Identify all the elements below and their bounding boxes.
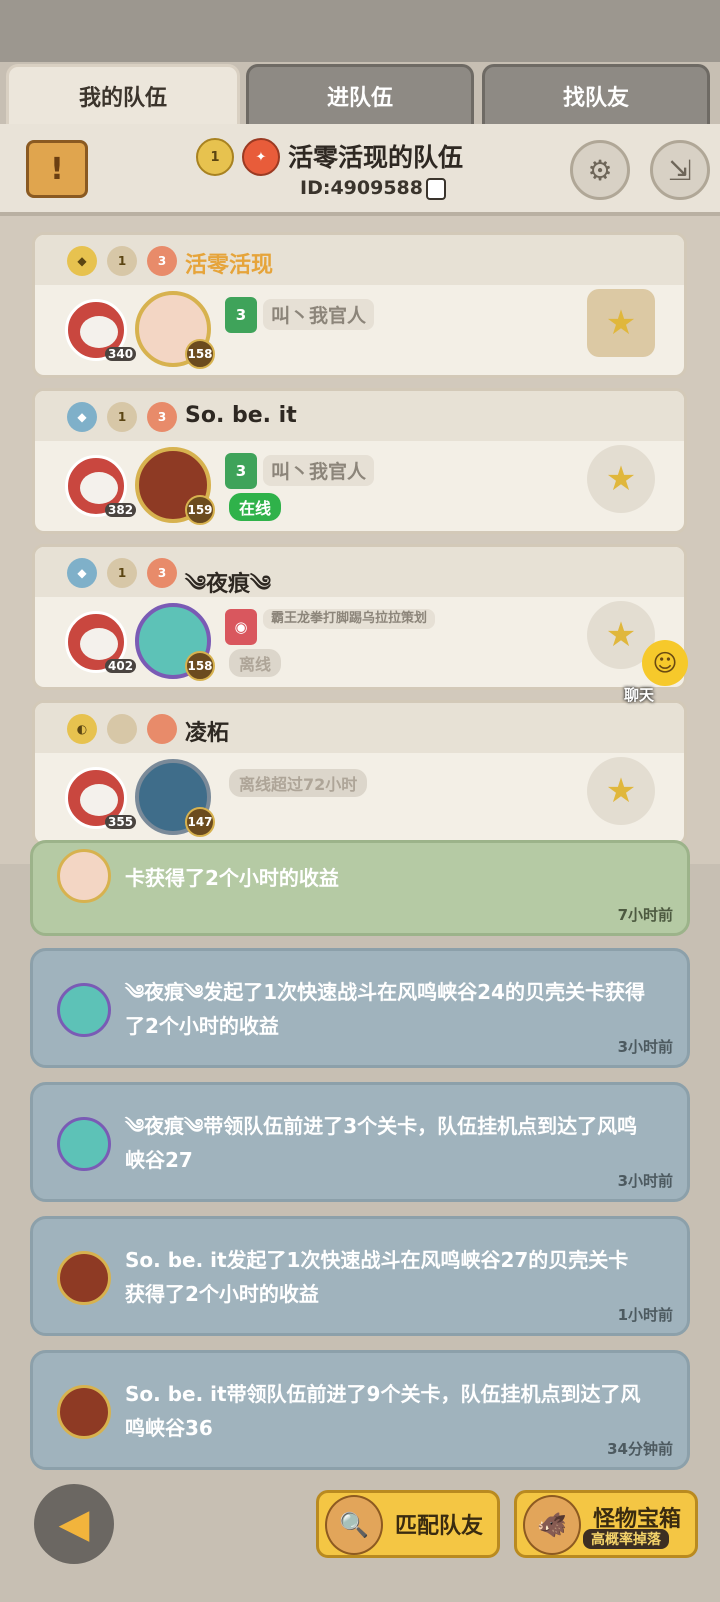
member-title: 霸王龙拳打脚踢乌拉拉策划 bbox=[263, 609, 436, 629]
emblem-badge: 3 bbox=[147, 246, 177, 276]
hero-level: 159 bbox=[185, 495, 215, 525]
member-name: 活零活现 bbox=[185, 253, 274, 278]
log-item: ༄夜痕༄带领队伍前进了3个关卡，队伍挂机点到达了风鸣峡谷27 3小时前 bbox=[30, 1082, 690, 1202]
like-icon[interactable]: ★ bbox=[587, 445, 655, 513]
log-avatar bbox=[57, 1117, 111, 1171]
shield-icon: ◆ bbox=[67, 558, 97, 588]
monster-chest-button[interactable]: 🐗 怪物宝箱 高概率掉落 bbox=[514, 1490, 698, 1558]
shield-icon: ◆ bbox=[67, 246, 97, 276]
rank-badge bbox=[107, 714, 137, 744]
boar-icon: 🐗 bbox=[523, 1495, 581, 1555]
title-badge: 3 bbox=[225, 453, 257, 489]
status-offline-badge: 离线 bbox=[229, 649, 282, 677]
member-title: 叫丶我官人 bbox=[263, 455, 375, 486]
log-avatar bbox=[57, 1385, 111, 1439]
log-text: 卡获得了2个小时的收益 bbox=[125, 866, 339, 890]
log-item: ༄夜痕༄发起了1次快速战斗在风鸣峡谷24的贝壳关卡获得了2个小时的收益 3小时前 bbox=[30, 948, 690, 1068]
log-time: 3小时前 bbox=[617, 1038, 673, 1056]
team-emblem-icon: ✦ bbox=[242, 138, 280, 176]
tab-join-team[interactable]: 进队伍 bbox=[246, 64, 474, 124]
arrow-left-icon: ◀ bbox=[58, 1501, 90, 1547]
like-icon[interactable]: ★ bbox=[587, 757, 655, 825]
emblem-badge: 3 bbox=[147, 402, 177, 432]
log-avatar bbox=[57, 849, 111, 903]
member-card: ◆ 1 3 活零活现 340 158 3 叫丶我官人 ★ bbox=[32, 232, 687, 378]
emblem-badge: 3 bbox=[147, 558, 177, 588]
back-button[interactable]: ◀ bbox=[34, 1484, 114, 1564]
log-text: So. be. it带领队伍前进了9个关卡，队伍挂机点到达了风鸣峡谷36 bbox=[125, 1382, 641, 1440]
log-text: ༄夜痕༄带领队伍前进了3个关卡，队伍挂机点到达了风鸣峡谷27 bbox=[125, 1114, 638, 1172]
tab-my-team[interactable]: 我的队伍 bbox=[6, 64, 240, 124]
chat-button[interactable]: ☺ 聊天 bbox=[620, 640, 690, 704]
member-header: ◆ 1 3 So. be. it bbox=[35, 391, 684, 441]
log-text: ༄夜痕༄发起了1次快速战斗在风鸣峡谷24的贝壳关卡获得了2个小时的收益 bbox=[125, 980, 645, 1038]
member-name: So. be. it bbox=[185, 403, 297, 428]
team-rank-badge: 1 bbox=[196, 138, 234, 176]
monster-sub-label: 高概率掉落 bbox=[583, 1529, 669, 1549]
top-bar bbox=[0, 0, 720, 62]
shield-icon: ◆ bbox=[67, 402, 97, 432]
pet-level: 382 bbox=[105, 503, 137, 517]
log-time: 34分钟前 bbox=[607, 1440, 673, 1458]
shield-icon: ◐ bbox=[67, 714, 97, 744]
team-id: ID:4909588 bbox=[300, 177, 423, 199]
member-title: 叫丶我官人 bbox=[263, 299, 375, 330]
member-card: ◆ 1 3 ༄夜痕༄ 402 158 ◉ 霸王龙拳打脚踢乌拉拉策划 离线 ★ bbox=[32, 544, 687, 690]
log-time: 7小时前 bbox=[617, 906, 673, 924]
log-time: 1小时前 bbox=[617, 1306, 673, 1324]
member-header: ◆ 1 3 活零活现 bbox=[35, 235, 684, 285]
magnifier-icon: 🔍 bbox=[325, 1495, 383, 1555]
status-offline-badge: 离线超过72小时 bbox=[229, 769, 368, 797]
member-name: 凌柘 bbox=[185, 721, 230, 746]
member-card: ◐ 凌柘 355 147 离线超过72小时 ★ bbox=[32, 700, 687, 846]
team-title: 活零活现的队伍 bbox=[288, 143, 464, 172]
log-avatar bbox=[57, 983, 111, 1037]
pet-level: 355 bbox=[105, 815, 137, 829]
copy-icon[interactable] bbox=[426, 178, 446, 200]
pet-level: 340 bbox=[105, 347, 137, 361]
rank-badge: 1 bbox=[107, 246, 137, 276]
smile-icon: ☺ bbox=[642, 640, 688, 686]
emblem-badge bbox=[147, 714, 177, 744]
rank-badge: 1 bbox=[107, 402, 137, 432]
member-header: ◆ 1 3 ༄夜痕༄ bbox=[35, 547, 684, 597]
log-item: So. be. it发起了1次快速战斗在风鸣峡谷27的贝壳关卡获得了2个小时的收… bbox=[30, 1216, 690, 1336]
match-teammate-button[interactable]: 🔍 匹配队友 bbox=[316, 1490, 500, 1558]
hero-level: 147 bbox=[185, 807, 215, 837]
member-card: ◆ 1 3 So. be. it 382 159 3 叫丶我官人 在线 ★ bbox=[32, 388, 687, 534]
title-badge: 3 bbox=[225, 297, 257, 333]
scroll-icon[interactable]: ! bbox=[26, 140, 88, 198]
like-icon[interactable]: ★ bbox=[587, 289, 655, 357]
chat-label: 聊天 bbox=[624, 686, 655, 704]
match-label: 匹配队友 bbox=[394, 1514, 483, 1539]
title-badge: ◉ bbox=[225, 609, 257, 645]
exit-icon[interactable]: ⇲ bbox=[650, 140, 710, 200]
tab-find-teammate[interactable]: 找队友 bbox=[482, 64, 710, 124]
hero-level: 158 bbox=[185, 339, 215, 369]
hero-level: 158 bbox=[185, 651, 215, 681]
log-text: So. be. it发起了1次快速战斗在风鸣峡谷27的贝壳关卡获得了2个小时的收… bbox=[125, 1248, 629, 1306]
log-item: So. be. it带领队伍前进了9个关卡，队伍挂机点到达了风鸣峡谷36 34分… bbox=[30, 1350, 690, 1470]
gear-icon[interactable]: ⚙ bbox=[570, 140, 630, 200]
status-online-badge: 在线 bbox=[229, 493, 282, 521]
rank-badge: 1 bbox=[107, 558, 137, 588]
member-header: ◐ 凌柘 bbox=[35, 703, 684, 753]
log-avatar bbox=[57, 1251, 111, 1305]
log-item: 卡获得了2个小时的收益 7小时前 bbox=[30, 840, 690, 936]
pet-level: 402 bbox=[105, 659, 137, 673]
log-time: 3小时前 bbox=[617, 1172, 673, 1190]
